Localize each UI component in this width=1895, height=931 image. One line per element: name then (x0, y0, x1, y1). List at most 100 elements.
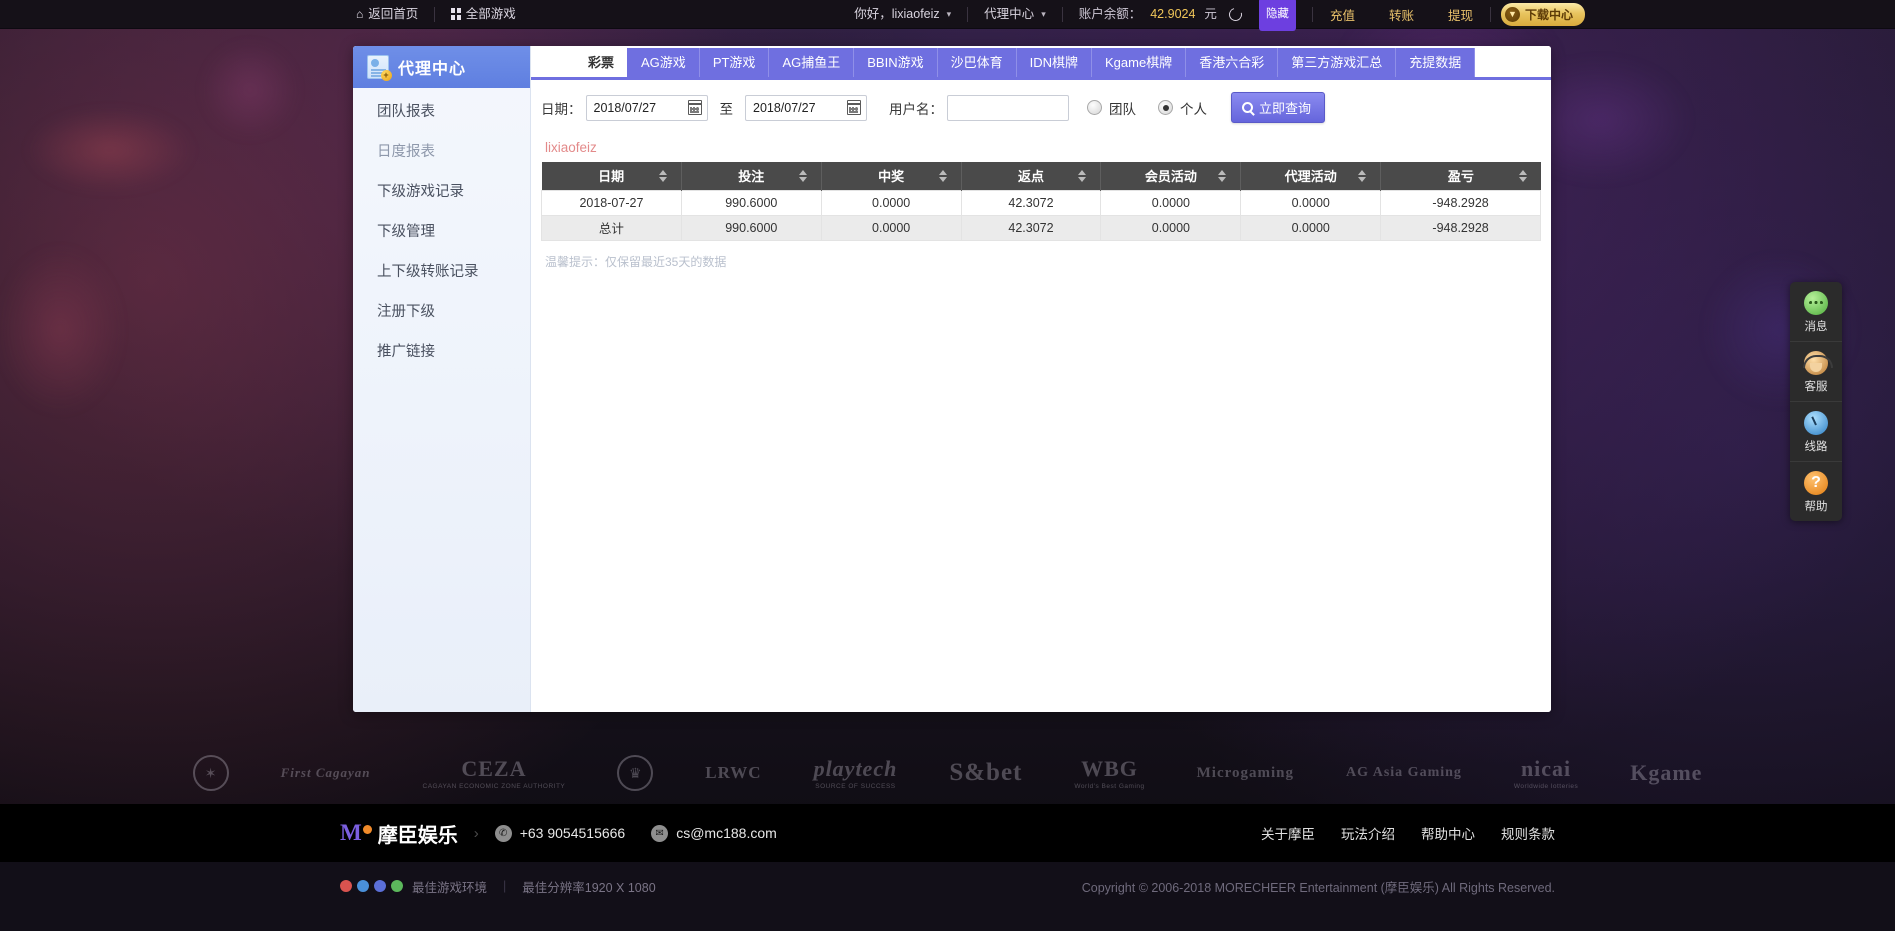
partner-logo: Microgaming (1197, 765, 1294, 782)
footer-brand: M 摩臣娱乐 (340, 819, 458, 848)
tab-third-party-summary[interactable]: 第三方游戏汇总 (1278, 48, 1397, 77)
footer-link-help[interactable]: 帮助中心 (1421, 823, 1475, 843)
username-label: 用户名： (889, 101, 943, 117)
transfer-link[interactable]: 转账 (1372, 5, 1431, 24)
tab-ag-games[interactable]: AG游戏 (628, 48, 700, 77)
cell-agent-activity: 0.0000 (1240, 189, 1382, 216)
dock-item-message[interactable]: 消息 (1790, 282, 1842, 342)
partner-name: AG Asia Gaming (1346, 765, 1462, 780)
agent-center-label: 代理中心 (984, 6, 1035, 21)
cell-total-rebate: 42.3072 (960, 214, 1102, 241)
partner-logo: playtech SOURCE OF SUCCESS (814, 756, 898, 790)
query-button[interactable]: 立即查询 (1231, 92, 1326, 123)
column-header-rebate[interactable]: 返点 (961, 162, 1102, 190)
table-header: 日期 投注 中奖 返点 会员活动 代理活动 盈亏 (541, 162, 1541, 190)
sidebar-item-daily-report[interactable]: 日度报表 (353, 132, 530, 172)
date-from-field[interactable]: 2018/07/27 (585, 94, 708, 121)
tab-idn-poker[interactable]: IDN棋牌 (1016, 48, 1092, 77)
column-header-member-activity[interactable]: 会员活动 (1100, 162, 1242, 190)
column-header-date[interactable]: 日期 (541, 162, 682, 190)
sort-icon[interactable] (1518, 169, 1527, 182)
sort-icon[interactable] (1078, 169, 1087, 182)
dock-item-line[interactable]: 线路 (1790, 402, 1842, 462)
tab-saba-sports[interactable]: 沙巴体育 (937, 48, 1017, 77)
sidebar-item-promotion-link[interactable]: 推广链接 (353, 332, 530, 372)
user-greeting-label: 你好，lixiaofeiz (854, 6, 940, 21)
username-input[interactable] (947, 94, 1069, 121)
deposit-link[interactable]: 充值 (1313, 5, 1372, 24)
divider (1489, 6, 1491, 22)
sidebar-title: 代理中心 (398, 61, 467, 78)
footer-phone[interactable]: ✆ +63 9054515666 (494, 824, 625, 842)
agent-center-menu[interactable]: 代理中心 ▾ (968, 0, 1062, 29)
topbar-right-group: 充值 转账 提现 ▼ 下载中心 (1311, 2, 1585, 26)
radio-team[interactable]: 团队 (1087, 98, 1136, 118)
radio-personal[interactable]: 个人 (1158, 98, 1207, 118)
copyright-bar: 最佳游戏环境 | 最佳分辨率1920 X 1080 Copyright © 20… (0, 862, 1895, 910)
cell-rebate: 42.3072 (960, 189, 1102, 216)
all-games-label: 全部游戏 (465, 6, 516, 21)
dock-item-help[interactable]: 帮助 (1790, 462, 1842, 521)
tab-pt-games[interactable]: PT游戏 (699, 48, 770, 77)
download-arrow-icon: ▼ (1504, 6, 1520, 22)
hide-balance-button[interactable]: 隐藏 (1258, 0, 1296, 31)
sidebar-item-register-sub[interactable]: 注册下级 (353, 292, 530, 332)
all-games-link[interactable]: 全部游戏 (435, 0, 532, 29)
sidebar-item-team-report[interactable]: 团队报表 (353, 92, 530, 132)
cell-win: 0.0000 (820, 189, 962, 216)
cell-bet: 990.6000 (680, 189, 822, 216)
date-label: 日期： (541, 101, 582, 117)
message-icon (1804, 291, 1828, 315)
tab-bbin-games[interactable]: BBIN游戏 (854, 48, 938, 77)
column-header-bet[interactable]: 投注 (681, 162, 822, 190)
footer-email[interactable]: ✉ cs@mc188.com (651, 824, 777, 842)
sidebar-item-transfer-records[interactable]: 上下级转账记录 (353, 252, 530, 292)
sort-icon[interactable] (658, 169, 667, 182)
sort-icon[interactable] (938, 169, 947, 182)
tab-label: 香港六合彩 (1199, 55, 1265, 70)
refresh-icon[interactable] (1226, 5, 1245, 23)
footer-link-terms[interactable]: 规则条款 (1501, 823, 1555, 843)
calendar-icon[interactable] (687, 99, 702, 115)
plus-badge-icon: + (381, 70, 392, 81)
column-header-agent-activity[interactable]: 代理活动 (1240, 162, 1382, 190)
edge-icon (357, 880, 369, 892)
report-account-name: lixiaofeiz (545, 140, 597, 155)
tab-ag-fishing[interactable]: AG捕鱼王 (769, 48, 855, 77)
sort-icon[interactable] (1218, 169, 1227, 182)
calendar-icon[interactable] (847, 99, 861, 115)
partner-name: playtech (813, 756, 898, 781)
column-header-win[interactable]: 中奖 (821, 162, 962, 190)
dock-item-customer-service[interactable]: 客服 (1790, 342, 1842, 402)
column-header-profit-loss[interactable]: 盈亏 (1380, 162, 1541, 190)
footer-link-howto[interactable]: 玩法介绍 (1341, 823, 1395, 843)
table-row: 2018-07-27 990.6000 0.0000 42.3072 0.000… (541, 189, 1541, 216)
date-from-value: 2018/07/27 (593, 100, 657, 115)
speedometer-icon (1804, 411, 1828, 435)
footer-link-about[interactable]: 关于摩臣 (1261, 823, 1315, 843)
sidebar-item-label: 推广链接 (377, 344, 435, 360)
sort-icon[interactable] (798, 169, 807, 182)
best-resolution-label: 最佳分辨率1920 X 1080 (522, 880, 656, 895)
filter-bar: 日期： 2018/07/27 至 2018/07/27 用户名： 团队 个人 立… (531, 80, 1551, 135)
sidebar-item-label: 下级游戏记录 (377, 184, 464, 200)
download-center-button[interactable]: ▼ 下载中心 (1500, 2, 1585, 26)
seal-icon: ♛ (617, 755, 654, 791)
user-greeting-menu[interactable]: 你好，lixiaofeiz ▾ (838, 0, 967, 29)
dock-item-label: 客服 (1804, 381, 1828, 393)
tab-hk-lottery[interactable]: 香港六合彩 (1186, 48, 1279, 77)
tab-kgame-poker[interactable]: Kgame棋牌 (1091, 48, 1187, 77)
tab-label: 第三方游戏汇总 (1291, 55, 1383, 70)
tab-label: Kgame棋牌 (1104, 55, 1173, 70)
chrome-icon (340, 880, 352, 892)
sidebar-item-sub-game-records[interactable]: 下级游戏记录 (353, 172, 530, 212)
home-link[interactable]: ⌂ 返回首页 (340, 0, 434, 29)
sort-icon[interactable] (1358, 169, 1367, 182)
tab-deposit-withdraw-data[interactable]: 充提数据 (1396, 48, 1476, 77)
withdraw-link[interactable]: 提现 (1431, 5, 1490, 24)
partner-name: Kgame (1630, 760, 1703, 785)
date-to-field[interactable]: 2018/07/27 (745, 94, 867, 121)
tab-lottery[interactable]: 彩票 (575, 48, 629, 77)
cell-total-label: 总计 (541, 214, 682, 241)
sidebar-item-sub-management[interactable]: 下级管理 (353, 212, 530, 252)
